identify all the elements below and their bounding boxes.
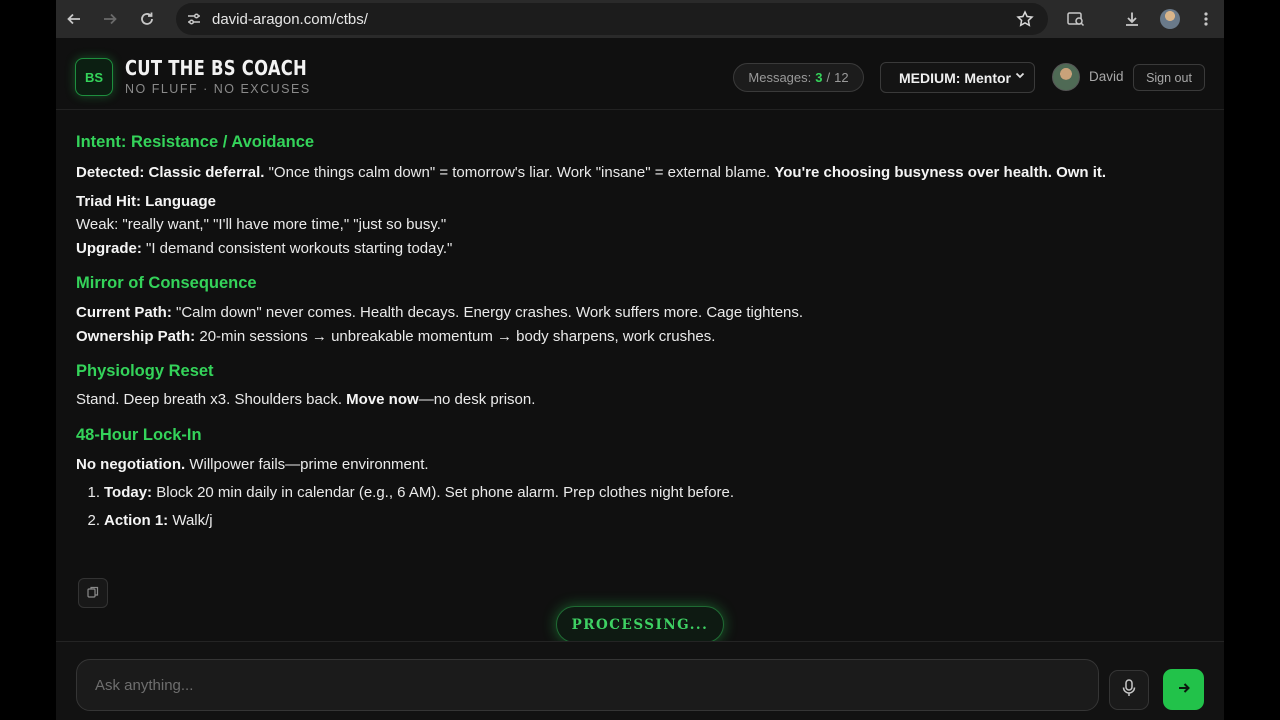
- messages-total: 12: [834, 70, 849, 85]
- brand-logo: BS: [75, 58, 113, 96]
- app-frame: david-aragon.com/ctbs/ BS CUT THE BS COA…: [56, 0, 1224, 720]
- back-arrow-icon[interactable]: [62, 7, 86, 31]
- list-label: Today:: [104, 484, 153, 501]
- copy-button[interactable]: [78, 578, 108, 608]
- physiology-heading: Physiology Reset: [76, 362, 214, 380]
- mode-select[interactable]: MEDIUM: Mentor: [880, 62, 1035, 93]
- arrow-right-icon: [1177, 679, 1191, 700]
- list-number: 1.: [87, 484, 100, 501]
- messages-counter: Messages: 3 / 12: [733, 63, 864, 92]
- list-item: 1. Today: Block 20 min daily in calendar …: [76, 481, 734, 504]
- upgrade-line: Upgrade: "I demand consistent workouts s…: [76, 237, 452, 260]
- reload-icon[interactable]: [135, 7, 159, 31]
- detected-text: "Once things calm down" = tomorrow's lia…: [264, 164, 775, 181]
- address-bar[interactable]: david-aragon.com/ctbs/: [176, 3, 1048, 35]
- detected-label: Detected:: [76, 164, 145, 181]
- brand-title: CUT THE BS COACH: [125, 56, 308, 80]
- ownership-path-text: 20-min sessions → unbreakable momentum →…: [195, 328, 716, 345]
- upgrade-text: "I demand consistent workouts starting t…: [141, 240, 453, 257]
- microphone-button[interactable]: [1109, 670, 1149, 710]
- copy-icon: [87, 586, 99, 601]
- site-settings-icon[interactable]: [186, 11, 202, 32]
- intent-heading: Intent: Resistance / Avoidance: [76, 133, 315, 151]
- ownership-path-line: Ownership Path: 20-min sessions → unbrea…: [76, 325, 715, 348]
- detected-line: Detected: Classic deferral. "Once things…: [76, 161, 1106, 184]
- list-text: Block 20 min daily in calendar (e.g., 6 …: [152, 484, 735, 501]
- list-label: Action 1:: [104, 512, 169, 529]
- triad-label: Triad Hit: Language: [76, 193, 217, 210]
- physiology-line: Stand. Deep breath x3. Shoulders back. M…: [76, 388, 535, 411]
- lockin-line: No negotiation. Willpower fails—prime en…: [76, 453, 429, 476]
- brand-subtitle: NO FLUFF · NO EXCUSES: [125, 82, 311, 96]
- url-text[interactable]: david-aragon.com/ctbs/: [212, 11, 368, 28]
- messages-separator: /: [826, 70, 831, 85]
- mirror-heading: Mirror of Consequence: [76, 274, 257, 292]
- current-path-text: "Calm down" never comes. Health decays. …: [171, 304, 804, 321]
- tab-search-icon[interactable]: [1064, 7, 1088, 31]
- detected-bold: Classic deferral.: [148, 164, 265, 181]
- user-avatar: [1052, 63, 1080, 91]
- messages-label: Messages:: [748, 70, 812, 85]
- ask-input[interactable]: [76, 659, 1099, 711]
- triad-line: Triad Hit: Language: [76, 190, 216, 213]
- browser-toolbar: david-aragon.com/ctbs/: [56, 0, 1224, 38]
- download-icon[interactable]: [1120, 7, 1144, 31]
- send-button[interactable]: [1163, 669, 1204, 710]
- forward-arrow-icon[interactable]: [98, 7, 122, 31]
- current-path-label: Current Path:: [76, 304, 172, 321]
- browser-profile-avatar[interactable]: [1160, 9, 1180, 29]
- current-path-line: Current Path: "Calm down" never comes. H…: [76, 301, 803, 324]
- physiology-text-1: Stand. Deep breath x3. Shoulders back.: [76, 391, 347, 408]
- ownership-path-label: Ownership Path:: [76, 328, 196, 345]
- sign-out-button[interactable]: Sign out: [1133, 64, 1205, 91]
- lockin-text: Willpower fails—prime environment.: [185, 456, 429, 473]
- list-text: Walk/j: [168, 512, 213, 529]
- physiology-text-2: —no desk prison.: [418, 391, 536, 408]
- list-item: 2. Action 1: Walk/j: [76, 509, 213, 532]
- composer-bar: [56, 641, 1224, 720]
- lockin-bold: No negotiation.: [76, 456, 186, 473]
- weak-line: Weak: "really want," "I'll have more tim…: [76, 216, 447, 233]
- microphone-icon: [1122, 678, 1136, 702]
- user-name: David: [1089, 69, 1124, 84]
- list-number: 2.: [87, 512, 100, 529]
- chevron-down-icon: [1014, 69, 1026, 84]
- mode-select-value: MEDIUM: Mentor: [899, 69, 1011, 86]
- upgrade-label: Upgrade:: [76, 240, 142, 257]
- lockin-heading: 48-Hour Lock-In: [76, 426, 202, 444]
- messages-used: 3: [815, 70, 823, 85]
- processing-indicator: PROCESSING...: [556, 606, 724, 643]
- physiology-bold: Move now: [346, 391, 419, 408]
- app-header: BS CUT THE BS COACH NO FLUFF · NO EXCUSE…: [56, 42, 1224, 110]
- detected-bold-2: You're choosing busyness over health. Ow…: [774, 164, 1107, 181]
- more-menu-icon[interactable]: [1194, 7, 1218, 31]
- bookmark-star-icon[interactable]: [1016, 10, 1034, 33]
